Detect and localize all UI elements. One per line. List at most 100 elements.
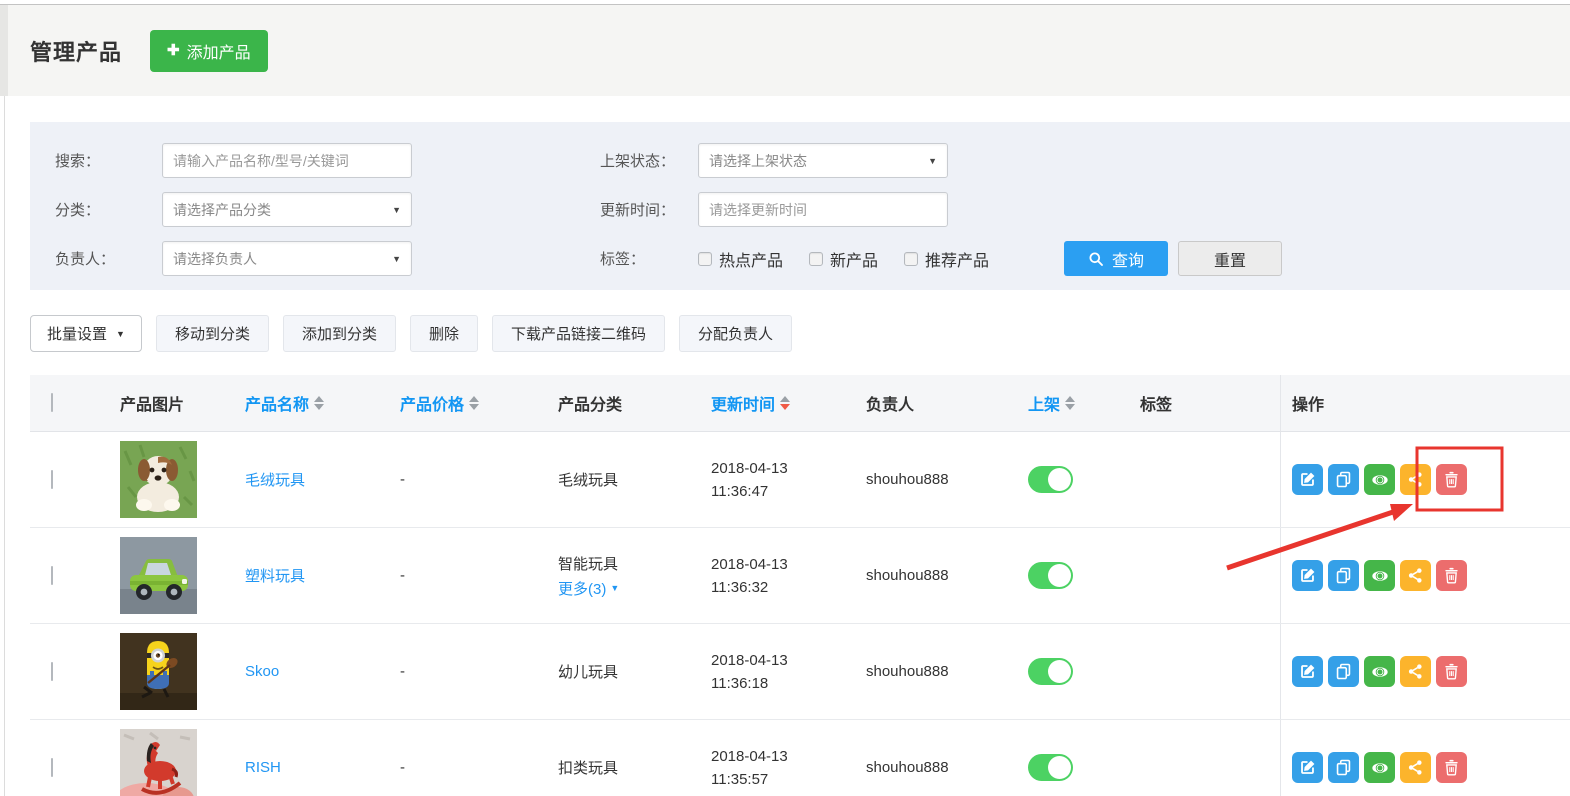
header-actions: 操作 bbox=[1280, 375, 1570, 431]
product-image-rocking-horse bbox=[120, 729, 197, 796]
owner-cell: shouhou888 bbox=[855, 663, 1010, 680]
product-name-link[interactable]: 塑料玩具 bbox=[245, 568, 305, 585]
preview-button[interactable] bbox=[1364, 752, 1395, 783]
edit-icon bbox=[1299, 471, 1316, 488]
delete-button[interactable] bbox=[1436, 752, 1467, 783]
row-checkbox[interactable] bbox=[51, 470, 53, 489]
owner-select[interactable]: 请选择负责人 ▼ bbox=[162, 241, 412, 276]
category-select[interactable]: 请选择产品分类 ▼ bbox=[162, 192, 412, 227]
reset-button-label: 重置 bbox=[1214, 247, 1246, 271]
header-product-image: 产品图片 bbox=[90, 391, 230, 415]
edit-button[interactable] bbox=[1292, 656, 1323, 687]
search-input[interactable] bbox=[162, 143, 412, 178]
row-checkbox[interactable] bbox=[51, 662, 53, 681]
edit-icon bbox=[1299, 567, 1316, 584]
edit-button[interactable] bbox=[1292, 464, 1323, 495]
checkbox-new-product[interactable] bbox=[809, 252, 823, 266]
tag-checkbox-group: 热点产品 新产品 推荐产品 bbox=[698, 247, 989, 271]
shelf-toggle-on[interactable] bbox=[1028, 658, 1073, 685]
table-row: 塑料玩具 - 智能玩具 更多(3) ▼ 2018-04-13 11:36:32 … bbox=[30, 528, 1570, 624]
share-button[interactable] bbox=[1400, 560, 1431, 591]
bulk-actions-toolbar: 批量设置 ▼ 移动到分类 添加到分类 删除 下载产品链接二维码 分配负责人 bbox=[30, 315, 792, 352]
select-all-checkbox[interactable] bbox=[51, 393, 53, 412]
delete-button[interactable] bbox=[1436, 464, 1467, 495]
preview-button[interactable] bbox=[1364, 656, 1395, 687]
update-date: 2018-04-13 bbox=[711, 553, 855, 576]
edit-icon bbox=[1299, 663, 1316, 680]
trash-icon bbox=[1443, 663, 1460, 680]
sort-icon bbox=[314, 396, 324, 410]
trash-icon bbox=[1443, 471, 1460, 488]
product-price: - bbox=[390, 567, 545, 584]
batch-settings-dropdown[interactable]: 批量设置 ▼ bbox=[30, 315, 142, 352]
sort-icon bbox=[469, 396, 479, 410]
tag-option-new[interactable]: 新产品 bbox=[809, 247, 878, 271]
copy-icon bbox=[1335, 567, 1352, 584]
header-update-time[interactable]: 更新时间 bbox=[700, 391, 855, 415]
shelf-status-select[interactable]: 请选择上架状态 ▼ bbox=[698, 143, 948, 178]
share-button[interactable] bbox=[1400, 464, 1431, 495]
reset-button[interactable]: 重置 bbox=[1178, 241, 1282, 276]
page-title: 管理产品 bbox=[30, 35, 122, 67]
add-to-category-button[interactable]: 添加到分类 bbox=[283, 315, 396, 352]
product-category: 幼儿玩具 bbox=[545, 661, 700, 682]
delete-selected-button[interactable]: 删除 bbox=[410, 315, 478, 352]
update-date: 2018-04-13 bbox=[711, 649, 855, 672]
product-name-link[interactable]: 毛绒玩具 bbox=[245, 472, 305, 489]
shelf-toggle-on[interactable] bbox=[1028, 754, 1073, 781]
add-product-label: 添加产品 bbox=[187, 39, 251, 63]
caret-down-icon: ▼ bbox=[610, 583, 619, 593]
header-product-category: 产品分类 bbox=[545, 391, 700, 415]
copy-icon bbox=[1335, 471, 1352, 488]
copy-button[interactable] bbox=[1328, 464, 1359, 495]
copy-button[interactable] bbox=[1328, 752, 1359, 783]
trash-icon bbox=[1443, 567, 1460, 584]
header-shelf-status[interactable]: 上架 bbox=[1010, 391, 1125, 415]
product-category: 智能玩具 bbox=[558, 553, 700, 574]
download-qr-button[interactable]: 下载产品链接二维码 bbox=[492, 315, 665, 352]
header-product-name[interactable]: 产品名称 bbox=[230, 391, 390, 415]
preview-button[interactable] bbox=[1364, 464, 1395, 495]
product-price: - bbox=[390, 471, 545, 488]
search-label: 搜索： bbox=[55, 150, 155, 171]
tag-option-recommended[interactable]: 推荐产品 bbox=[904, 247, 989, 271]
edit-button[interactable] bbox=[1292, 560, 1323, 591]
tag-option-hot[interactable]: 热点产品 bbox=[698, 247, 783, 271]
add-to-category-label: 添加到分类 bbox=[302, 323, 377, 344]
table-header-row: 产品图片 产品名称 产品价格 产品分类 更新时间 负责人 上架 标签 操作 bbox=[30, 375, 1570, 432]
more-categories-link[interactable]: 更多(3) ▼ bbox=[558, 578, 700, 599]
update-time-input[interactable] bbox=[698, 192, 948, 227]
add-product-button[interactable]: ✚ 添加产品 bbox=[150, 30, 268, 72]
checkbox-recommended-product[interactable] bbox=[904, 252, 918, 266]
eye-icon bbox=[1371, 663, 1389, 681]
query-button[interactable]: 查询 bbox=[1064, 241, 1168, 276]
copy-button[interactable] bbox=[1328, 560, 1359, 591]
delete-button[interactable] bbox=[1436, 560, 1467, 591]
share-button[interactable] bbox=[1400, 752, 1431, 783]
assign-owner-button[interactable]: 分配负责人 bbox=[679, 315, 792, 352]
sort-icon-active-desc bbox=[780, 396, 790, 410]
product-name-link[interactable]: RISH bbox=[245, 759, 281, 776]
caret-down-icon: ▼ bbox=[116, 329, 125, 339]
header-product-price[interactable]: 产品价格 bbox=[390, 391, 545, 415]
product-price: - bbox=[390, 663, 545, 680]
product-name-link[interactable]: Skoo bbox=[245, 663, 279, 680]
owner-cell: shouhou888 bbox=[855, 471, 1010, 488]
edit-button[interactable] bbox=[1292, 752, 1323, 783]
tag-option-recommended-label: 推荐产品 bbox=[925, 247, 989, 271]
shelf-toggle-on[interactable] bbox=[1028, 562, 1073, 589]
eye-icon bbox=[1371, 567, 1389, 585]
row-checkbox[interactable] bbox=[51, 758, 53, 777]
product-image-minion-toy bbox=[120, 633, 197, 710]
share-button[interactable] bbox=[1400, 656, 1431, 687]
batch-settings-label: 批量设置 bbox=[47, 323, 107, 344]
row-checkbox[interactable] bbox=[51, 566, 53, 585]
move-to-category-button[interactable]: 移动到分类 bbox=[156, 315, 269, 352]
delete-button[interactable] bbox=[1436, 656, 1467, 687]
table-row: Skoo - 幼儿玩具 2018-04-13 11:36:18 shouhou8… bbox=[30, 624, 1570, 720]
eye-icon bbox=[1371, 759, 1389, 777]
preview-button[interactable] bbox=[1364, 560, 1395, 591]
copy-button[interactable] bbox=[1328, 656, 1359, 687]
shelf-toggle-on[interactable] bbox=[1028, 466, 1073, 493]
checkbox-hot-product[interactable] bbox=[698, 252, 712, 266]
